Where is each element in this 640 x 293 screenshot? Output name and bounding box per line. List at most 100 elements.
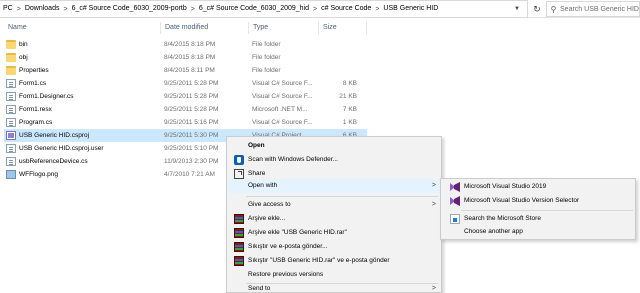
submenu-item-vs2019[interactable]: Microsoft Visual Studio 2019: [442, 180, 634, 194]
column-header-type[interactable]: Type: [249, 20, 268, 36]
breadcrumb-item-pc[interactable]: PC: [0, 1, 16, 17]
file-row-program[interactable]: Program.cs 9/25/2011 5:16 PM Visual C# S…: [4, 116, 367, 129]
chevron-right-icon: >: [431, 182, 436, 189]
file-name: Form1.Designer.cs: [19, 93, 74, 100]
menu-item-label: Arşive ekle...: [248, 215, 286, 222]
folder-icon: [6, 40, 16, 49]
chevron-right-icon: >: [431, 201, 436, 208]
file-name: Form1.resx: [19, 106, 52, 113]
file-date: 8/4/2015 8:11 PM: [164, 67, 215, 74]
windows-defender-icon: [234, 155, 244, 165]
menu-item-add-archive[interactable]: Arşive ekle...: [228, 212, 440, 226]
file-type: File folder: [252, 41, 281, 48]
menu-item-add-rar[interactable]: Arşive ekle "USB Generic HID.rar": [228, 226, 440, 240]
menu-item-send-to[interactable]: Send to >: [228, 282, 440, 293]
folder-icon: [6, 66, 16, 75]
menu-item-label: Open: [248, 142, 265, 149]
winrar-icon: [234, 214, 244, 224]
file-date: 9/25/2011 5:28 PM: [164, 93, 219, 100]
file-size: [322, 64, 367, 77]
file-size: 8 KB: [342, 80, 357, 87]
file-type: Visual C# Source F...: [252, 119, 313, 126]
breadcrumb-item-portb[interactable]: 6_c# Source Code_6030_2009-portb: [69, 1, 190, 17]
store-icon: [450, 214, 460, 224]
file-row-form1-resx[interactable]: Form1.resx 9/25/2011 5:28 PM Microsoft .…: [4, 103, 367, 116]
winrar-icon: [234, 242, 244, 252]
file-row-obj[interactable]: obj 8/4/2015 8:18 PM File folder: [4, 51, 367, 64]
column-header-row: Name Date modified Type Size: [0, 20, 640, 36]
menu-item-give-access[interactable]: Give access to >: [228, 198, 440, 212]
search-input[interactable]: Search USB Generic HID: [560, 6, 639, 13]
file-size: 7 KB: [342, 106, 357, 113]
file-row-form1-cs[interactable]: Form1.cs 9/25/2011 5:28 PM Visual C# Sou…: [4, 77, 367, 90]
menu-item-label: Give access to: [248, 201, 291, 208]
breadcrumb-item-hid[interactable]: 6_c# Source Code_6030_2009_hid: [196, 1, 312, 17]
menu-item-compress-rar-email[interactable]: Sıkıştır "USB Generic HID.rar" ve e-post…: [228, 254, 440, 268]
file-name: USB Generic HID.csproj.user: [19, 145, 104, 152]
submenu-item-label: Microsoft Visual Studio Version Selector: [464, 197, 580, 204]
menu-item-label: Sıkıştır ve e-posta gönder...: [248, 243, 328, 250]
csharp-file-icon: [6, 157, 16, 166]
user-file-icon: [6, 144, 16, 153]
menu-item-scan[interactable]: Scan with Windows Defender...: [228, 153, 440, 167]
file-name: Form1.cs: [19, 80, 47, 87]
search-box[interactable]: ⚲ Search USB Generic HID: [546, 1, 640, 17]
column-header-date[interactable]: Date modified: [161, 20, 208, 36]
search-icon: ⚲: [550, 4, 557, 14]
csproj-file-icon: [6, 131, 16, 140]
file-size: [322, 51, 367, 64]
file-name: obj: [19, 54, 28, 61]
file-name: USB Generic HID.csproj: [19, 132, 90, 139]
chevron-down-icon[interactable]: ▼: [512, 4, 522, 14]
csharp-file-icon: [6, 92, 16, 101]
file-size: 21 KB: [339, 93, 357, 100]
refresh-icon[interactable]: ↻: [530, 1, 544, 17]
file-name: usbReferenceDevice.cs: [19, 158, 88, 165]
submenu-item-store[interactable]: Search the Microsoft Store: [442, 212, 634, 226]
breadcrumb-item-current[interactable]: USB Generic HID: [380, 1, 441, 17]
menu-item-label: Restore previous versions: [248, 271, 324, 278]
file-date: 8/4/2015 8:18 PM: [164, 41, 216, 48]
breadcrumb[interactable]: PC > Downloads > 6_c# Source Code_6030_2…: [0, 0, 528, 18]
menu-item-open[interactable]: Open: [228, 139, 440, 153]
file-name: WFFlogo.png: [19, 171, 59, 178]
winrar-icon: [234, 256, 244, 266]
file-name: Program.cs: [19, 119, 53, 126]
share-icon: [234, 169, 244, 179]
file-date: 8/4/2015 8:18 PM: [164, 54, 216, 61]
csharp-file-icon: [6, 118, 16, 127]
file-type: Visual C# Source F...: [252, 93, 313, 100]
menu-separator: [461, 210, 633, 211]
menu-item-compress-email[interactable]: Sıkıştır ve e-posta gönder...: [228, 240, 440, 254]
winrar-icon: [234, 228, 244, 238]
image-file-icon: [6, 170, 16, 179]
file-row-bin[interactable]: bin 8/4/2015 8:18 PM File folder: [4, 38, 367, 51]
menu-item-label: Send to: [248, 285, 271, 292]
column-divider[interactable]: [366, 22, 367, 34]
file-size: 1 KB: [342, 119, 357, 126]
file-row-properties[interactable]: Properties 8/4/2015 8:11 PM File folder: [4, 64, 367, 77]
file-name: bin: [19, 41, 28, 48]
submenu-item-vs-selector[interactable]: Microsoft Visual Studio Version Selector: [442, 194, 634, 208]
file-date: 9/25/2011 5:16 PM: [164, 119, 219, 126]
breadcrumb-item-source[interactable]: c# Source Code: [318, 1, 374, 17]
open-with-submenu: Microsoft Visual Studio 2019 Microsoft V…: [440, 178, 636, 240]
menu-item-restore[interactable]: Restore previous versions: [228, 268, 440, 282]
file-type: Visual C# Source F...: [252, 80, 313, 87]
menu-item-label: Open with: [248, 182, 278, 189]
submenu-item-choose-app[interactable]: Choose another app: [442, 225, 634, 239]
submenu-item-label: Choose another app: [464, 228, 523, 235]
menu-item-label: Scan with Windows Defender...: [248, 156, 338, 163]
submenu-item-label: Search the Microsoft Store: [464, 215, 541, 222]
column-header-name[interactable]: Name: [4, 20, 27, 36]
visual-studio-icon: [450, 196, 460, 206]
file-size: [322, 38, 367, 51]
menu-item-open-with[interactable]: Open with >: [228, 179, 440, 193]
resx-file-icon: [6, 105, 16, 114]
file-date: 9/25/2011 5:28 PM: [164, 106, 219, 113]
breadcrumb-item-downloads[interactable]: Downloads: [22, 1, 63, 17]
submenu-item-label: Microsoft Visual Studio 2019: [464, 183, 547, 190]
visual-studio-icon: [450, 182, 460, 192]
file-row-form1-designer[interactable]: Form1.Designer.cs 9/25/2011 5:28 PM Visu…: [4, 90, 367, 103]
column-header-size[interactable]: Size: [319, 20, 337, 36]
